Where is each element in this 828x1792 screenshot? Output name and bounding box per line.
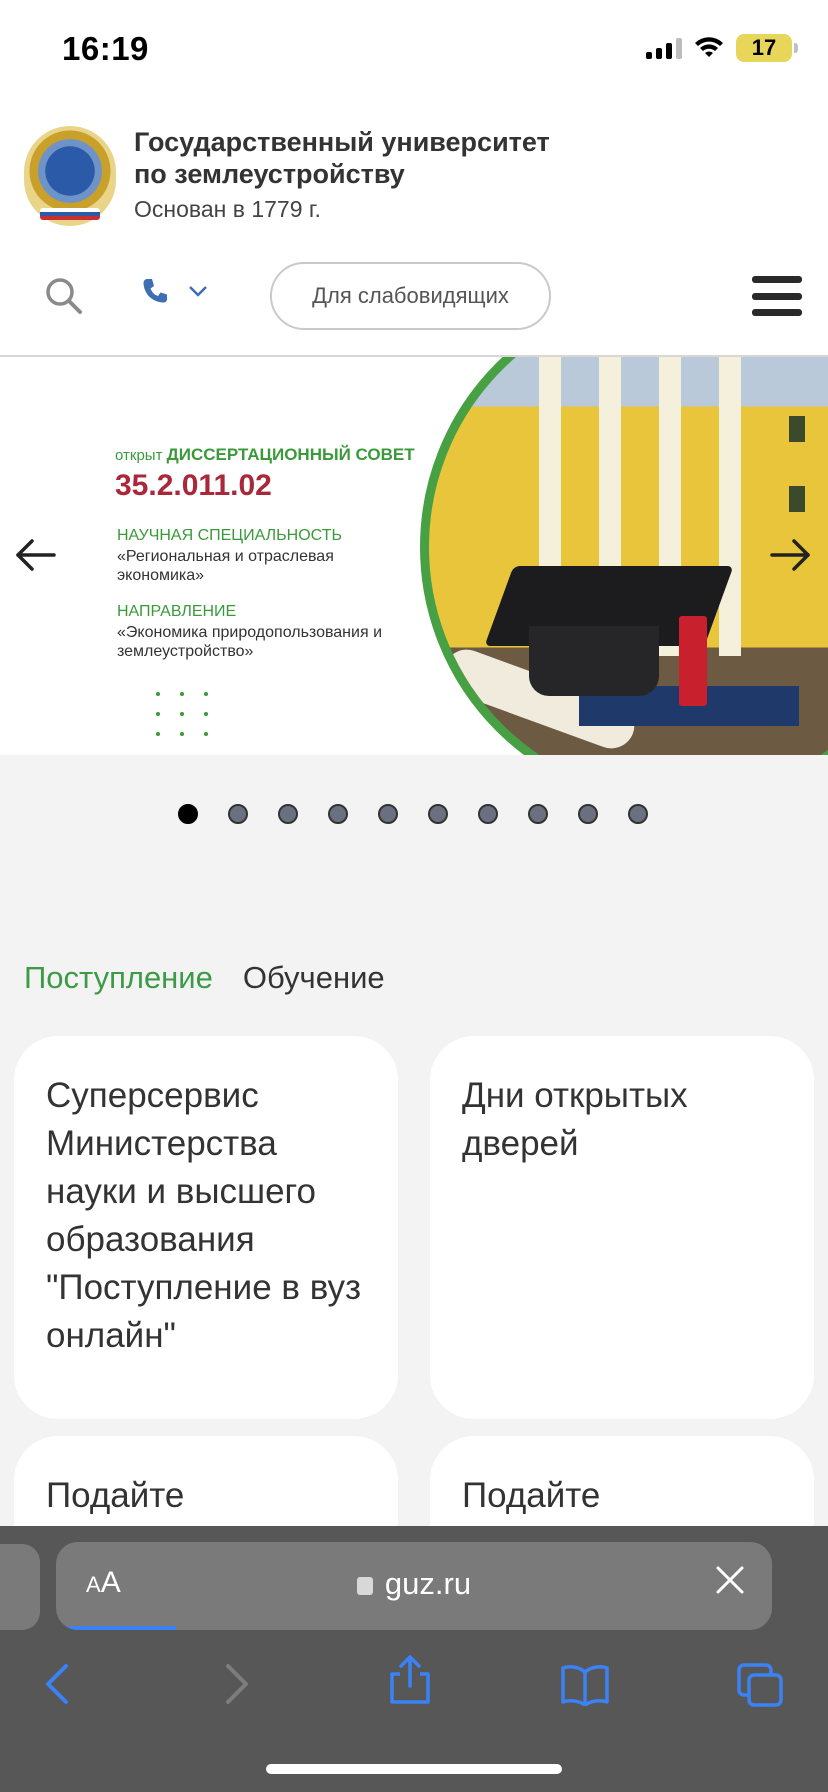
hamburger-menu-icon[interactable] xyxy=(752,276,802,316)
home-indicator xyxy=(266,1764,562,1774)
url-display[interactable]: guz.ru xyxy=(56,1566,772,1602)
banner-spec-title: НАУЧНАЯ СПЕЦИАЛЬНОСТЬ xyxy=(117,527,342,544)
banner-direction-text: «Экономика природопользования и землеуст… xyxy=(117,624,382,660)
section-tabs: Поступление Обучение xyxy=(24,960,385,996)
title-line-2: по землеустройству xyxy=(134,159,405,189)
search-button[interactable] xyxy=(44,276,84,316)
chevron-down-icon xyxy=(189,286,207,297)
back-icon xyxy=(46,1664,68,1704)
pager-dot-5[interactable] xyxy=(378,804,398,824)
search-icon xyxy=(46,278,82,314)
arrow-left-icon xyxy=(16,539,56,571)
forward-button[interactable] xyxy=(220,1662,252,1711)
pager-dot-10[interactable] xyxy=(628,804,648,824)
bookmarks-icon xyxy=(561,1665,609,1707)
wifi-icon xyxy=(695,37,723,57)
bookmarks-button[interactable] xyxy=(560,1662,610,1711)
browser-toolbar xyxy=(0,1654,828,1726)
university-logo[interactable] xyxy=(24,126,116,226)
tabs-icon xyxy=(737,1663,783,1707)
browser-bottom-bar: AA guz.ru xyxy=(0,1526,828,1792)
card-open-days[interactable]: Дни открытых дверей xyxy=(430,1036,814,1419)
banner-council-number: 35.2.011.02 xyxy=(115,469,272,502)
cellular-signal-icon xyxy=(646,37,682,59)
banner-open-title: ДИССЕРТАЦИОННЫЙ СОВЕТ xyxy=(166,445,415,464)
stop-loading-button[interactable] xyxy=(714,1564,746,1601)
battery-indicator: 17 xyxy=(736,34,798,62)
status-icons: 17 xyxy=(646,34,798,62)
banner-open-prefix: открыт xyxy=(115,447,163,464)
url-text: guz.ru xyxy=(384,1566,472,1601)
low-vision-button[interactable]: Для слабовидящих xyxy=(270,262,551,330)
share-icon xyxy=(390,1655,430,1704)
pager-dot-2[interactable] xyxy=(228,804,248,824)
university-building-photo xyxy=(420,357,828,755)
banner-spec-text: «Региональная и отраслевая экономика» xyxy=(117,548,334,584)
pager-dot-1[interactable] xyxy=(178,804,198,824)
tabs-button[interactable] xyxy=(736,1662,784,1713)
pager-dot-9[interactable] xyxy=(578,804,598,824)
status-bar: 16:19 17 xyxy=(0,0,828,100)
page-load-progress xyxy=(56,1626,176,1630)
forward-icon xyxy=(226,1664,248,1704)
pager-dot-3[interactable] xyxy=(278,804,298,824)
share-button[interactable] xyxy=(388,1654,432,1711)
pager-dot-4[interactable] xyxy=(328,804,348,824)
pager-dot-7[interactable] xyxy=(478,804,498,824)
pager-dot-8[interactable] xyxy=(528,804,548,824)
carousel-prev-button[interactable] xyxy=(14,537,58,578)
address-bar[interactable]: AA guz.ru xyxy=(56,1542,772,1630)
phone-dropdown[interactable] xyxy=(140,276,208,306)
pager-dot-6[interactable] xyxy=(428,804,448,824)
lock-icon xyxy=(356,1577,373,1595)
logo-ribbon xyxy=(40,208,100,220)
cap-tassel xyxy=(679,616,707,706)
carousel-pagination xyxy=(178,804,648,824)
decorative-dots xyxy=(156,692,208,736)
university-title[interactable]: Государственный университет по землеустр… xyxy=(134,126,594,190)
banner-open-line: открыт ДИССЕРТАЦИОННЫЙ СОВЕТ xyxy=(115,445,415,465)
tab-admission[interactable]: Поступление xyxy=(24,960,213,996)
title-line-1: Государственный университет xyxy=(134,127,550,157)
carousel-next-button[interactable] xyxy=(768,537,812,578)
status-time: 16:19 xyxy=(62,30,149,67)
arrow-right-icon xyxy=(770,539,810,571)
banner-direction-title: НАПРАВЛЕНИЕ xyxy=(117,603,237,620)
back-button[interactable] xyxy=(42,1662,74,1711)
site-header: Государственный университет по землеустр… xyxy=(0,100,828,357)
close-icon xyxy=(716,1566,744,1594)
tab-education[interactable]: Обучение xyxy=(243,960,385,996)
previous-tab-peek[interactable] xyxy=(0,1544,40,1630)
phone-icon xyxy=(143,279,167,303)
university-subtitle: Основан в 1779 г. xyxy=(134,196,321,222)
card-superservice[interactable]: Суперсервис Министерства науки и высшего… xyxy=(14,1036,398,1419)
hero-carousel[interactable]: открыт ДИССЕРТАЦИОННЫЙ СОВЕТ 35.2.011.02… xyxy=(0,357,828,755)
